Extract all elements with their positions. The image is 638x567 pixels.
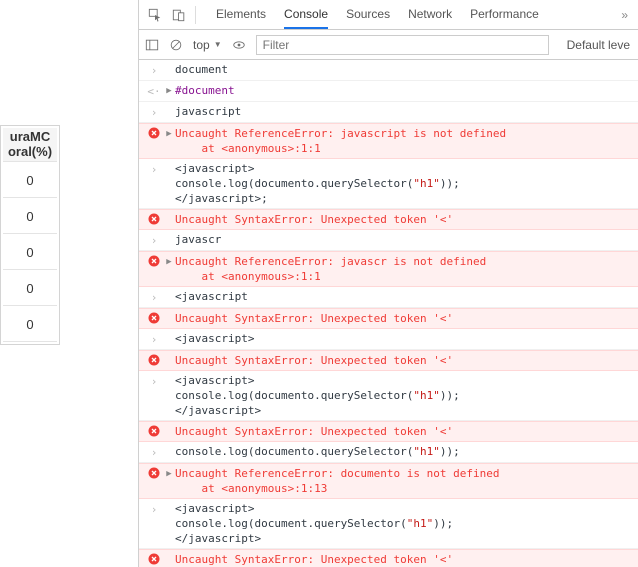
console-input-echo: › document [139,60,638,81]
tab-network[interactable]: Network [408,1,452,28]
expand-icon[interactable]: ▶ [163,254,175,270]
console-input-echo: › <javascript> console.log(documento.que… [139,159,638,209]
console-input-echo: › <javascript> [139,329,638,350]
sidebar-toggle-icon[interactable] [145,38,159,52]
console-error: Uncaught SyntaxError: Unexpected token '… [139,209,638,230]
tab-console[interactable]: Console [284,1,328,29]
tab-elements[interactable]: Elements [216,1,266,28]
console-input-echo: › <javascript> console.log(documento.que… [139,371,638,421]
input-caret-icon: › [145,62,163,78]
devtools-panel: Elements Console Sources Network Perform… [138,0,638,567]
console-toolbar: top ▼ Default leve [139,30,638,60]
table-cell: 0 [3,272,57,306]
table-header: uraMCoral(%) [3,128,57,162]
error-icon [145,126,163,139]
console-error: ▶ Uncaught ReferenceError: javascr is no… [139,251,638,287]
console-input-echo: › <javascript> console.log(document.quer… [139,499,638,549]
expand-icon[interactable]: ▶ [163,466,175,482]
console-error: Uncaught SyntaxError: Unexpected token '… [139,350,638,371]
console-input-echo: › <javascript [139,287,638,308]
tabs-overflow-icon[interactable]: » [621,8,632,22]
tab-sources[interactable]: Sources [346,1,390,28]
console-error: ▶ Uncaught ReferenceError: documento is … [139,463,638,499]
console-body: › document <· ▶ #document › javascript ▶… [139,60,638,567]
tab-performance[interactable]: Performance [470,1,539,28]
console-input-echo: › javascr [139,230,638,251]
output-caret-icon: <· [145,83,163,99]
table-cell: 0 [3,308,57,342]
expand-icon[interactable]: ▶ [163,83,175,99]
log-levels-selector[interactable]: Default leve [567,38,632,52]
console-error: Uncaught SyntaxError: Unexpected token '… [139,308,638,329]
console-error: ▶ Uncaught ReferenceError: javascript is… [139,123,638,159]
table-cell: 0 [3,236,57,270]
console-error: Uncaught SyntaxError: Unexpected token '… [139,549,638,567]
console-input-echo: › javascript [139,102,638,123]
device-toggle-icon[interactable] [169,5,189,25]
console-output: <· ▶ #document [139,81,638,102]
chevron-down-icon: ▼ [214,40,222,49]
expand-icon[interactable]: ▶ [163,126,175,142]
console-error: Uncaught SyntaxError: Unexpected token '… [139,421,638,442]
inspect-icon[interactable] [145,5,165,25]
partial-data-table: uraMCoral(%) 0 0 0 0 0 [0,125,60,345]
live-expression-icon[interactable] [232,38,246,52]
clear-console-icon[interactable] [169,38,183,52]
table-cell: 0 [3,200,57,234]
devtools-tabstrip: Elements Console Sources Network Perform… [139,0,638,30]
context-selector[interactable]: top ▼ [193,38,222,52]
console-input-echo: › console.log(documento.querySelector("h… [139,442,638,463]
filter-input[interactable] [256,35,549,55]
table-cell: 0 [3,164,57,198]
context-label: top [193,38,210,52]
